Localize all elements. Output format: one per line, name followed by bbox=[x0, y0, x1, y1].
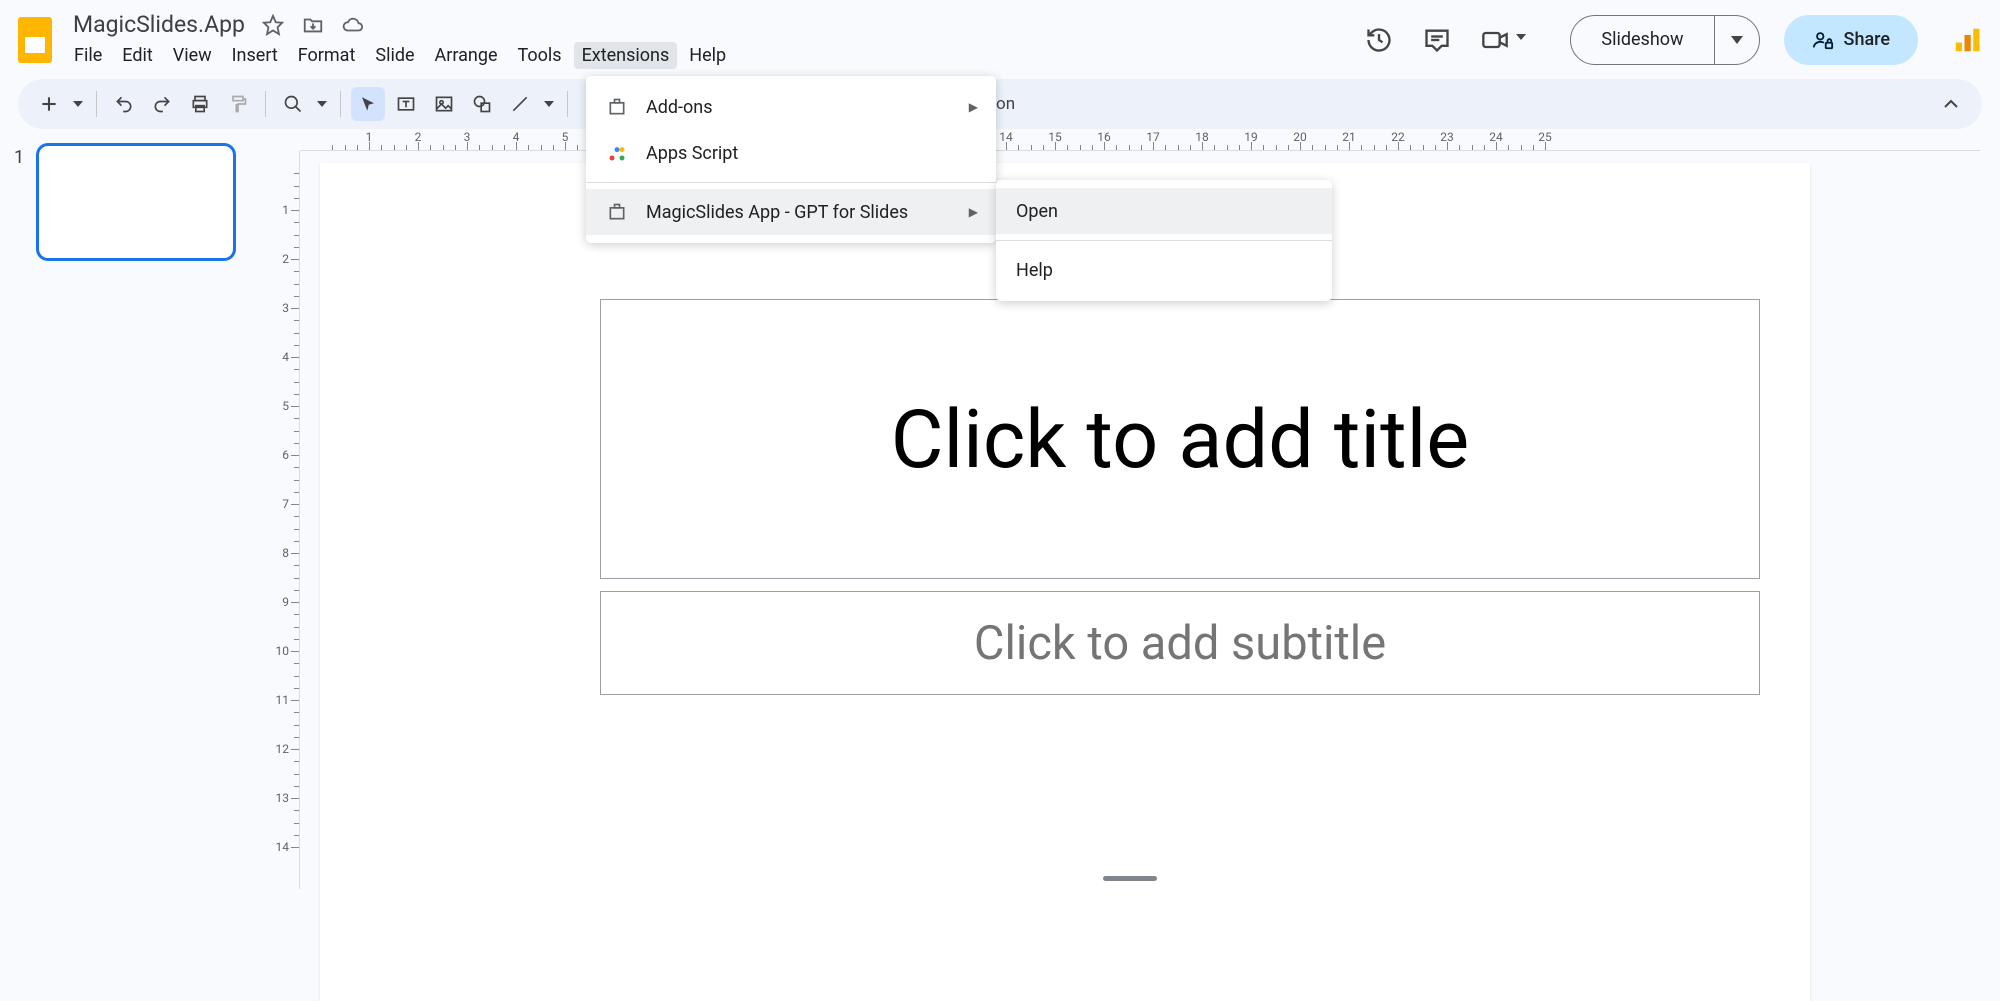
menu-arrange[interactable]: Arrange bbox=[427, 42, 506, 69]
ruler-label: 14 bbox=[276, 840, 290, 854]
extensions-menu: Add-ons ▶ Apps Script MagicSlides App - … bbox=[586, 76, 996, 243]
zoom-dropdown[interactable] bbox=[314, 101, 330, 107]
menu-edit[interactable]: Edit bbox=[114, 42, 160, 69]
menu-file[interactable]: File bbox=[66, 42, 110, 69]
print-button[interactable] bbox=[183, 87, 217, 121]
menu-help[interactable]: Help bbox=[681, 42, 734, 69]
meet-icon[interactable] bbox=[1478, 23, 1512, 57]
new-slide-dropdown[interactable] bbox=[70, 101, 86, 107]
menu-format[interactable]: Format bbox=[290, 42, 364, 69]
menu-bar: FileEditViewInsertFormatSlideArrangeTool… bbox=[66, 41, 738, 71]
separator bbox=[96, 91, 97, 117]
toolbar: on bbox=[18, 79, 1982, 129]
ruler-label: 6 bbox=[282, 448, 289, 462]
slides-logo-icon bbox=[18, 17, 52, 63]
slide-thumbnail-1[interactable] bbox=[36, 143, 236, 261]
slides-logo[interactable] bbox=[10, 9, 60, 71]
menu-separator bbox=[586, 182, 996, 183]
separator bbox=[265, 91, 266, 117]
ruler-label: 3 bbox=[282, 301, 289, 315]
toolbar-truncated-text: on bbox=[996, 94, 1015, 114]
apps-script-icon bbox=[606, 142, 628, 164]
submenu-open[interactable]: Open bbox=[996, 188, 1332, 234]
menu-addons-label: Add-ons bbox=[646, 97, 713, 118]
star-icon[interactable] bbox=[262, 14, 284, 36]
top-header: MagicSlides.App FileEditViewInsertFormat… bbox=[0, 0, 2000, 79]
subtitle-placeholder-text: Click to add subtitle bbox=[974, 616, 1386, 671]
share-label: Share bbox=[1844, 29, 1890, 50]
menu-separator bbox=[996, 240, 1332, 241]
addon-icon bbox=[606, 96, 628, 118]
share-button[interactable]: Share bbox=[1784, 15, 1918, 65]
ruler-label: 9 bbox=[282, 595, 289, 609]
image-tool[interactable] bbox=[427, 87, 461, 121]
ruler-label: 12 bbox=[276, 742, 290, 756]
menu-addons[interactable]: Add-ons ▶ bbox=[586, 84, 996, 130]
undo-button[interactable] bbox=[107, 87, 141, 121]
slideshow-button[interactable]: Slideshow bbox=[1571, 16, 1714, 64]
submenu-help[interactable]: Help bbox=[996, 247, 1332, 293]
extension-icon bbox=[606, 201, 628, 223]
submenu-open-label: Open bbox=[1016, 201, 1058, 222]
shape-tool[interactable] bbox=[465, 87, 499, 121]
ruler-label: 1 bbox=[282, 203, 289, 217]
ruler-label: 7 bbox=[282, 497, 289, 511]
line-dropdown[interactable] bbox=[541, 101, 557, 107]
slide-number: 1 bbox=[14, 147, 24, 875]
menu-slide[interactable]: Slide bbox=[367, 42, 422, 69]
magicslides-submenu: Open Help bbox=[996, 180, 1332, 301]
title-placeholder-text: Click to add title bbox=[891, 392, 1470, 487]
submenu-help-label: Help bbox=[1016, 260, 1053, 281]
select-tool[interactable] bbox=[351, 87, 385, 121]
subtitle-placeholder[interactable]: Click to add subtitle bbox=[600, 591, 1760, 695]
zoom-button[interactable] bbox=[276, 87, 310, 121]
new-slide-button[interactable] bbox=[32, 87, 66, 121]
ruler-label: 2 bbox=[282, 252, 289, 266]
line-tool[interactable] bbox=[503, 87, 537, 121]
separator bbox=[567, 91, 568, 117]
analytics-icon[interactable] bbox=[1952, 25, 1982, 55]
ruler-label: 4 bbox=[282, 350, 289, 364]
paint-format-button[interactable] bbox=[221, 87, 255, 121]
menu-magicslides[interactable]: MagicSlides App - GPT for Slides ▶ bbox=[586, 189, 996, 235]
slide-thumbnail-panel: 1 bbox=[0, 129, 260, 889]
vertical-ruler: 1234567891011121314 bbox=[260, 151, 300, 889]
slideshow-dropdown[interactable] bbox=[1715, 16, 1759, 64]
redo-button[interactable] bbox=[145, 87, 179, 121]
menu-apps-script-label: Apps Script bbox=[646, 143, 738, 164]
menu-tools[interactable]: Tools bbox=[510, 42, 570, 69]
submenu-arrow-icon: ▶ bbox=[969, 100, 978, 114]
move-folder-icon[interactable] bbox=[302, 14, 324, 36]
speaker-notes-handle[interactable] bbox=[1103, 876, 1157, 881]
person-lock-icon bbox=[1812, 29, 1834, 51]
menu-apps-script[interactable]: Apps Script bbox=[586, 130, 996, 176]
ruler-label: 8 bbox=[282, 546, 289, 560]
slideshow-button-group: Slideshow bbox=[1570, 15, 1759, 65]
submenu-arrow-icon: ▶ bbox=[969, 205, 978, 219]
ruler-label: 10 bbox=[276, 644, 290, 658]
title-placeholder[interactable]: Click to add title bbox=[600, 299, 1760, 579]
ruler-label: 13 bbox=[276, 791, 290, 805]
menu-magicslides-label: MagicSlides App - GPT for Slides bbox=[646, 202, 908, 223]
menu-view[interactable]: View bbox=[165, 42, 220, 69]
menu-extensions[interactable]: Extensions bbox=[574, 42, 678, 69]
menu-insert[interactable]: Insert bbox=[224, 42, 286, 69]
separator bbox=[340, 91, 341, 117]
horizontal-ruler: 1234567891011121314151617181920212223242… bbox=[300, 129, 1980, 151]
collapse-toolbar-icon[interactable] bbox=[1934, 87, 1968, 121]
cloud-status-icon[interactable] bbox=[342, 14, 364, 36]
comments-icon[interactable] bbox=[1420, 23, 1454, 57]
ruler-label: 11 bbox=[276, 693, 290, 707]
history-icon[interactable] bbox=[1362, 23, 1396, 57]
ruler-label: 5 bbox=[282, 399, 289, 413]
document-title[interactable]: MagicSlides.App bbox=[66, 11, 252, 38]
textbox-tool[interactable] bbox=[389, 87, 423, 121]
